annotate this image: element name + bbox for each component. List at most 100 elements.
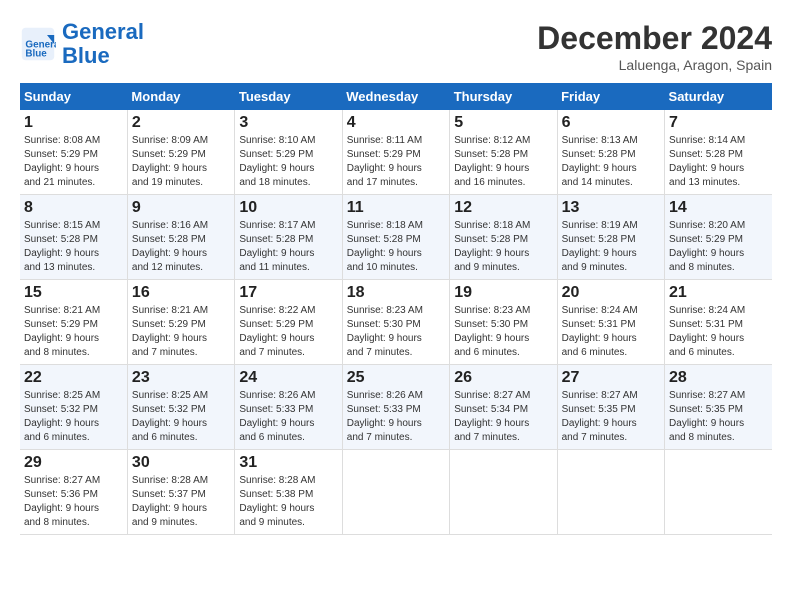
day-info: Sunrise: 8:28 AMSunset: 5:38 PMDaylight:… — [239, 474, 337, 530]
calendar-table: Sunday Monday Tuesday Wednesday Thursday… — [20, 83, 772, 535]
day-info: Sunrise: 8:24 AMSunset: 5:31 PMDaylight:… — [669, 304, 768, 360]
calendar-cell: 14 Sunrise: 8:20 AMSunset: 5:29 PMDayligh… — [665, 195, 772, 280]
header-wednesday: Wednesday — [342, 83, 449, 110]
calendar-cell: 20 Sunrise: 8:24 AMSunset: 5:31 PMDayligh… — [557, 280, 664, 365]
calendar-cell: 28Sunrise: 8:27 AMSunset: 5:35 PMDayligh… — [665, 365, 772, 450]
day-info: Sunrise: 8:16 AMSunset: 5:28 PMDaylight:… — [132, 219, 230, 275]
day-number: 23 — [132, 369, 230, 387]
day-info: Sunrise: 8:21 AMSunset: 5:29 PMDaylight:… — [132, 304, 230, 360]
calendar-cell: 26Sunrise: 8:27 AMSunset: 5:34 PMDayligh… — [450, 365, 557, 450]
calendar-cell — [342, 450, 449, 535]
day-number: 30 — [132, 454, 230, 472]
day-number: 10 — [239, 199, 337, 217]
calendar-cell: 9 Sunrise: 8:16 AMSunset: 5:28 PMDaylight… — [127, 195, 234, 280]
page-header: General Blue General Blue December 2024 … — [20, 20, 772, 73]
calendar-week-3: 15Sunrise: 8:21 AMSunset: 5:29 PMDayligh… — [20, 280, 772, 365]
calendar-cell — [557, 450, 664, 535]
calendar-cell: 27 Sunrise: 8:27 AMSunset: 5:35 PMDayligh… — [557, 365, 664, 450]
day-number: 6 — [562, 114, 660, 132]
day-info: Sunrise: 8:18 AMSunset: 5:28 PMDaylight:… — [454, 219, 552, 275]
header-sunday: Sunday — [20, 83, 127, 110]
day-number: 11 — [347, 199, 445, 217]
calendar-body: 1Sunrise: 8:08 AMSunset: 5:29 PMDaylight… — [20, 110, 772, 535]
calendar-cell: 6 Sunrise: 8:13 AMSunset: 5:28 PMDaylight… — [557, 110, 664, 195]
day-number: 16 — [132, 284, 230, 302]
title-block: December 2024 Laluenga, Aragon, Spain — [537, 20, 772, 73]
header-row: Sunday Monday Tuesday Wednesday Thursday… — [20, 83, 772, 110]
day-number: 5 — [454, 114, 552, 132]
calendar-header: Sunday Monday Tuesday Wednesday Thursday… — [20, 83, 772, 110]
day-info: Sunrise: 8:27 AMSunset: 5:34 PMDaylight:… — [454, 389, 552, 445]
calendar-cell: 31 Sunrise: 8:28 AMSunset: 5:38 PMDayligh… — [235, 450, 342, 535]
calendar-cell: 7Sunrise: 8:14 AMSunset: 5:28 PMDaylight… — [665, 110, 772, 195]
day-number: 29 — [24, 454, 123, 472]
calendar-cell: 16 Sunrise: 8:21 AMSunset: 5:29 PMDayligh… — [127, 280, 234, 365]
day-info: Sunrise: 8:27 AMSunset: 5:35 PMDaylight:… — [562, 389, 660, 445]
calendar-cell: 18Sunrise: 8:23 AMSunset: 5:30 PMDayligh… — [342, 280, 449, 365]
day-number: 27 — [562, 369, 660, 387]
calendar-cell: 21Sunrise: 8:24 AMSunset: 5:31 PMDayligh… — [665, 280, 772, 365]
day-info: Sunrise: 8:19 AMSunset: 5:28 PMDaylight:… — [562, 219, 660, 275]
day-number: 25 — [347, 369, 445, 387]
calendar-cell: 4 Sunrise: 8:11 AMSunset: 5:29 PMDaylight… — [342, 110, 449, 195]
calendar-cell: 19 Sunrise: 8:23 AMSunset: 5:30 PMDayligh… — [450, 280, 557, 365]
calendar-week-5: 29 Sunrise: 8:27 AMSunset: 5:36 PMDayligh… — [20, 450, 772, 535]
day-info: Sunrise: 8:25 AMSunset: 5:32 PMDaylight:… — [24, 389, 123, 445]
day-info: Sunrise: 8:27 AMSunset: 5:36 PMDaylight:… — [24, 474, 123, 530]
day-info: Sunrise: 8:13 AMSunset: 5:28 PMDaylight:… — [562, 134, 660, 190]
day-number: 22 — [24, 369, 123, 387]
day-number: 12 — [454, 199, 552, 217]
calendar-cell: 5 Sunrise: 8:12 AMSunset: 5:28 PMDaylight… — [450, 110, 557, 195]
day-number: 31 — [239, 454, 337, 472]
day-number: 14 — [669, 199, 768, 217]
day-info: Sunrise: 8:14 AMSunset: 5:28 PMDaylight:… — [669, 134, 768, 190]
day-number: 28 — [669, 369, 768, 387]
logo-icon: General Blue — [20, 26, 56, 62]
calendar-week-4: 22 Sunrise: 8:25 AMSunset: 5:32 PMDayligh… — [20, 365, 772, 450]
calendar-cell: 12 Sunrise: 8:18 AMSunset: 5:28 PMDayligh… — [450, 195, 557, 280]
day-info: Sunrise: 8:17 AMSunset: 5:28 PMDaylight:… — [239, 219, 337, 275]
day-number: 4 — [347, 114, 445, 132]
header-thursday: Thursday — [450, 83, 557, 110]
day-info: Sunrise: 8:23 AMSunset: 5:30 PMDaylight:… — [454, 304, 552, 360]
day-info: Sunrise: 8:26 AMSunset: 5:33 PMDaylight:… — [347, 389, 445, 445]
day-number: 3 — [239, 114, 337, 132]
day-info: Sunrise: 8:21 AMSunset: 5:29 PMDaylight:… — [24, 304, 123, 360]
logo: General Blue General Blue — [20, 20, 144, 68]
header-tuesday: Tuesday — [235, 83, 342, 110]
day-info: Sunrise: 8:11 AMSunset: 5:29 PMDaylight:… — [347, 134, 445, 190]
day-info: Sunrise: 8:12 AMSunset: 5:28 PMDaylight:… — [454, 134, 552, 190]
day-info: Sunrise: 8:22 AMSunset: 5:29 PMDaylight:… — [239, 304, 337, 360]
calendar-cell: 2 Sunrise: 8:09 AMSunset: 5:29 PMDaylight… — [127, 110, 234, 195]
day-number: 20 — [562, 284, 660, 302]
calendar-cell: 11 Sunrise: 8:18 AMSunset: 5:28 PMDayligh… — [342, 195, 449, 280]
calendar-cell: 25 Sunrise: 8:26 AMSunset: 5:33 PMDayligh… — [342, 365, 449, 450]
day-info: Sunrise: 8:26 AMSunset: 5:33 PMDaylight:… — [239, 389, 337, 445]
calendar-week-1: 1Sunrise: 8:08 AMSunset: 5:29 PMDaylight… — [20, 110, 772, 195]
calendar-cell: 15Sunrise: 8:21 AMSunset: 5:29 PMDayligh… — [20, 280, 127, 365]
svg-text:Blue: Blue — [25, 49, 47, 60]
header-friday: Friday — [557, 83, 664, 110]
day-info: Sunrise: 8:18 AMSunset: 5:28 PMDaylight:… — [347, 219, 445, 275]
day-info: Sunrise: 8:24 AMSunset: 5:31 PMDaylight:… — [562, 304, 660, 360]
calendar-cell: 22 Sunrise: 8:25 AMSunset: 5:32 PMDayligh… — [20, 365, 127, 450]
day-info: Sunrise: 8:28 AMSunset: 5:37 PMDaylight:… — [132, 474, 230, 530]
day-info: Sunrise: 8:25 AMSunset: 5:32 PMDaylight:… — [132, 389, 230, 445]
day-info: Sunrise: 8:20 AMSunset: 5:29 PMDaylight:… — [669, 219, 768, 275]
calendar-cell — [665, 450, 772, 535]
calendar-cell: 24Sunrise: 8:26 AMSunset: 5:33 PMDayligh… — [235, 365, 342, 450]
header-monday: Monday — [127, 83, 234, 110]
calendar-cell: 8Sunrise: 8:15 AMSunset: 5:28 PMDaylight… — [20, 195, 127, 280]
calendar-cell: 30 Sunrise: 8:28 AMSunset: 5:37 PMDayligh… — [127, 450, 234, 535]
logo-blue: Blue — [62, 43, 110, 68]
day-number: 19 — [454, 284, 552, 302]
day-number: 13 — [562, 199, 660, 217]
day-number: 9 — [132, 199, 230, 217]
calendar-cell: 10 Sunrise: 8:17 AMSunset: 5:28 PMDayligh… — [235, 195, 342, 280]
subtitle: Laluenga, Aragon, Spain — [537, 57, 772, 73]
day-number: 2 — [132, 114, 230, 132]
day-number: 17 — [239, 284, 337, 302]
day-info: Sunrise: 8:23 AMSunset: 5:30 PMDaylight:… — [347, 304, 445, 360]
day-info: Sunrise: 8:09 AMSunset: 5:29 PMDaylight:… — [132, 134, 230, 190]
calendar-cell: 13 Sunrise: 8:19 AMSunset: 5:28 PMDayligh… — [557, 195, 664, 280]
